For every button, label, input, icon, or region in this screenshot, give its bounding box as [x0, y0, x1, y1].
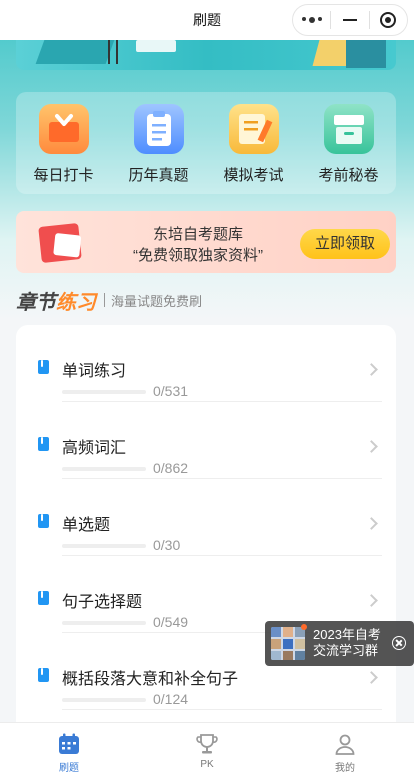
- group-line1: 2023年自考: [313, 627, 381, 642]
- progress-bar: [62, 467, 146, 471]
- bookmark-icon: [38, 360, 49, 374]
- tab-pk[interactable]: PK: [138, 723, 276, 778]
- clipboard-icon: [133, 104, 184, 154]
- tab-mine[interactable]: 我的: [276, 723, 414, 778]
- quick-item-daily-checkin[interactable]: 每日打卡: [16, 92, 111, 194]
- chevron-right-icon: [365, 671, 378, 684]
- quick-item-mock-exam[interactable]: 模拟考试: [206, 92, 301, 194]
- quick-item-label: 考前秘卷: [318, 167, 379, 184]
- quick-item-past-papers[interactable]: 历年真题: [111, 92, 206, 194]
- top-banner[interactable]: [16, 40, 396, 70]
- bookmark-icon: [38, 668, 49, 682]
- quick-entry-panel: 每日打卡 历年真题 模拟考试 考前秘卷: [16, 92, 396, 194]
- chapter-count: 0/862: [153, 460, 189, 476]
- chapter-count: 0/124: [153, 691, 189, 707]
- section-title-part1: 章节: [16, 291, 56, 314]
- chevron-right-icon: [365, 517, 378, 530]
- section-title-part2: 练习: [56, 291, 96, 314]
- progress-bar: [62, 698, 146, 702]
- chapter-count: 0/30: [153, 537, 181, 553]
- chapter-row[interactable]: 高频词汇 0/862: [16, 402, 396, 479]
- tab-label: PK: [200, 759, 214, 770]
- exam-pencil-icon: [228, 104, 279, 154]
- minus-icon: [342, 19, 357, 21]
- chapter-name: 单选题: [62, 517, 111, 534]
- close-icon[interactable]: [392, 636, 406, 650]
- chevron-right-icon: [365, 594, 378, 607]
- chapter-list: 单词练习 0/531 高频词汇 0/862 单选题 0/30 句子选择题 0/5…: [16, 325, 396, 745]
- group-thumbnail: [271, 627, 305, 660]
- study-group-float[interactable]: 2023年自考 交流学习群: [265, 621, 414, 666]
- close-miniprogram-button[interactable]: [370, 5, 407, 35]
- progress-bar: [62, 544, 146, 548]
- more-button[interactable]: [293, 5, 330, 35]
- chapter-row[interactable]: 单词练习 0/531: [16, 325, 396, 402]
- divider: [104, 293, 105, 307]
- chapter-name: 句子选择题: [62, 594, 143, 611]
- section-header: 章节 练习 海量试题免费刷: [16, 286, 202, 314]
- user-icon: [335, 734, 355, 755]
- chapter-count: 0/549: [153, 614, 189, 630]
- chapter-row[interactable]: 单选题 0/30: [16, 479, 396, 556]
- secret-paper-icon: [323, 104, 374, 154]
- bookmark-icon: [38, 514, 49, 528]
- calendar-check-icon: [38, 104, 89, 154]
- red-envelope-icon: [38, 223, 82, 263]
- bottom-tab-bar: 刷题 PK 我的: [0, 722, 414, 778]
- promo-line1: 东培自考题库: [152, 226, 243, 243]
- progress-bar: [62, 390, 146, 394]
- chapter-name: 概括段落大意和补全句子: [62, 671, 239, 688]
- target-circle-icon: [380, 12, 397, 28]
- quick-item-label: 历年真题: [128, 167, 189, 184]
- bookmark-icon: [38, 591, 49, 605]
- promo-banner[interactable]: 东培自考题库 “免费领取独家资料” 立即领取: [16, 211, 396, 273]
- quick-item-label: 每日打卡: [33, 167, 94, 184]
- miniprogram-capsule: [292, 4, 408, 36]
- more-dots-icon: [301, 17, 322, 23]
- chapter-name: 高频词汇: [62, 440, 127, 457]
- tab-label: 刷题: [59, 763, 79, 774]
- tab-label: 我的: [335, 763, 355, 774]
- group-line2: 交流学习群: [313, 643, 379, 658]
- promo-line2: “免费领取独家资料”: [133, 247, 263, 264]
- minimize-button[interactable]: [331, 5, 368, 35]
- progress-bar: [62, 621, 146, 625]
- bookmark-icon: [38, 437, 49, 451]
- title-bar: 刷题: [0, 0, 414, 40]
- quick-item-label: 模拟考试: [223, 167, 284, 184]
- quick-item-secret-papers[interactable]: 考前秘卷: [301, 92, 396, 194]
- calendar-icon: [59, 733, 79, 754]
- chevron-right-icon: [365, 440, 378, 453]
- trophy-icon: [196, 734, 218, 754]
- tab-practice[interactable]: 刷题: [0, 723, 138, 778]
- notification-dot: [301, 624, 307, 630]
- section-subtitle: 海量试题免费刷: [111, 293, 203, 309]
- chevron-right-icon: [365, 363, 378, 376]
- claim-now-button[interactable]: 立即领取: [300, 229, 390, 259]
- group-text: 2023年自考 交流学习群: [313, 627, 381, 659]
- chapter-name: 单词练习: [62, 363, 127, 380]
- chapter-count: 0/531: [153, 383, 189, 399]
- divider: [62, 709, 382, 710]
